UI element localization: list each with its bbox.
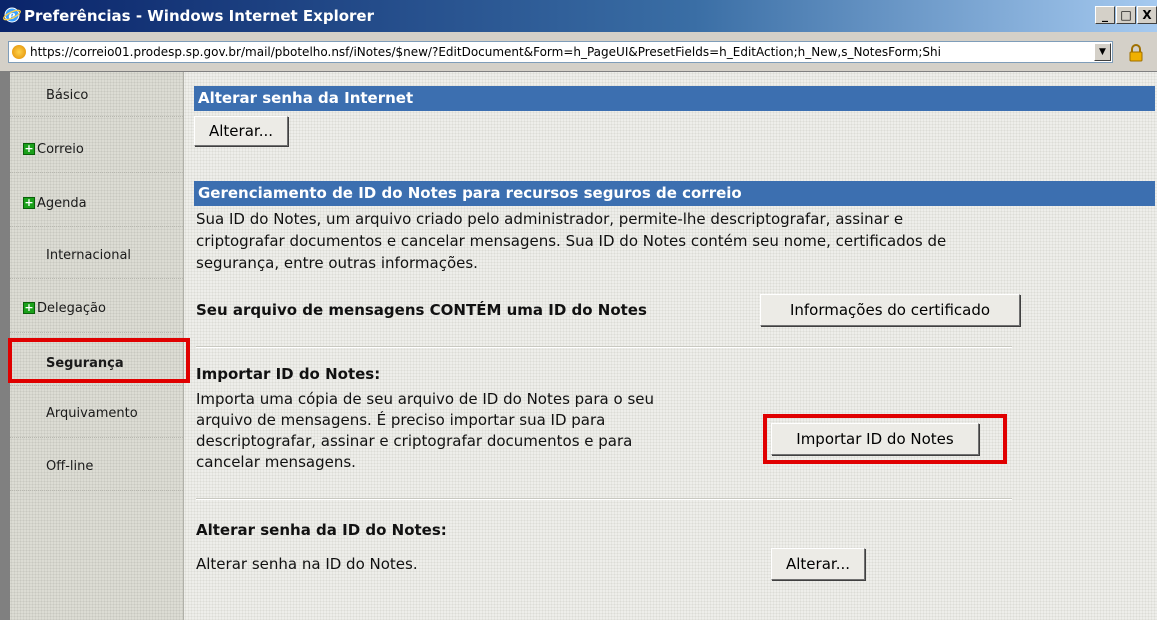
sidebar-item-label: Agenda [37, 196, 87, 211]
sidebar-item-basico[interactable]: Básico [10, 88, 183, 106]
close-button[interactable]: X [1137, 6, 1157, 24]
import-description-line: arquivo de mensagens. É preciso importar… [196, 411, 606, 429]
maximize-button[interactable]: □ [1116, 6, 1136, 24]
url-text: https://correio01.prodesp.sp.gov.br/mail… [30, 45, 941, 59]
sidebar-item-label: Off-line [46, 459, 94, 474]
sidebar-divider [10, 490, 183, 492]
sidebar-item-label: Delegação [37, 301, 106, 316]
sidebar-divider [10, 437, 183, 439]
change-internet-password-button[interactable]: Alterar... [194, 116, 288, 146]
import-description-line: cancelar mensagens. [196, 453, 356, 471]
sidebar-item-label: Arquivamento [46, 406, 138, 421]
sidebar-item-label: Correio [37, 142, 84, 157]
sidebar-item-delegacao[interactable]: + Delegação [10, 301, 183, 319]
sidebar-item-offline[interactable]: Off-line [10, 459, 183, 477]
internet-explorer-icon: e [3, 7, 21, 23]
change-id-password-description: Alterar senha na ID do Notes. [196, 555, 418, 573]
sidebar-divider [10, 278, 183, 280]
sidebar-item-label: Internacional [46, 248, 132, 263]
section-divider [196, 346, 1012, 348]
sidebar-item-correio[interactable]: + Correio [10, 142, 183, 160]
minimize-button[interactable]: _ [1095, 6, 1115, 24]
sidebar-item-label: Básico [46, 88, 89, 103]
change-id-password-title: Alterar senha da ID do Notes: [196, 521, 447, 539]
sidebar-divider [10, 385, 183, 387]
address-bar: https://correio01.prodesp.sp.gov.br/mail… [0, 32, 1157, 72]
highlight-box-seguranca [8, 338, 190, 383]
import-id-title: Importar ID do Notes: [196, 365, 381, 383]
window-title: Preferências - Windows Internet Explorer [24, 7, 375, 25]
chevron-down-icon[interactable]: ▼ [1094, 43, 1111, 61]
change-id-password-button[interactable]: Alterar... [771, 548, 865, 580]
sidebar-item-agenda[interactable]: + Agenda [10, 196, 183, 214]
highlight-box-import-button [763, 414, 1007, 464]
internet-password-header: Alterar senha da Internet [194, 86, 1155, 111]
import-description-line: Importa uma cópia de seu arquivo de ID d… [196, 390, 654, 408]
id-management-header: Gerenciamento de ID do Notes para recurs… [194, 181, 1155, 206]
url-field[interactable]: https://correio01.prodesp.sp.gov.br/mail… [8, 41, 1113, 63]
id-description-line: segurança, entre outras informações. [196, 254, 478, 272]
sidebar-item-internacional[interactable]: Internacional [10, 248, 183, 266]
certificate-info-button[interactable]: Informações do certificado [760, 294, 1020, 326]
sidebar-divider [10, 226, 183, 228]
lock-icon[interactable] [1128, 44, 1144, 62]
window-titlebar: e Preferências - Windows Internet Explor… [0, 0, 1157, 32]
id-description-line: criptografar documentos e cancelar mensa… [196, 232, 947, 250]
page-favicon-icon [12, 45, 26, 59]
expand-plus-icon[interactable]: + [23, 143, 35, 155]
section-divider [196, 498, 1012, 500]
sidebar-divider [10, 172, 183, 174]
sidebar-divider [10, 116, 183, 118]
import-description-line: descriptografar, assinar e criptografar … [196, 432, 633, 450]
id-status-label: Seu arquivo de mensagens CONTÉM uma ID d… [196, 301, 647, 319]
sidebar-divider [10, 332, 183, 334]
expand-plus-icon[interactable]: + [23, 302, 35, 314]
expand-plus-icon[interactable]: + [23, 197, 35, 209]
sidebar-item-arquivamento[interactable]: Arquivamento [10, 406, 183, 424]
id-description-line: Sua ID do Notes, um arquivo criado pelo … [196, 210, 904, 228]
